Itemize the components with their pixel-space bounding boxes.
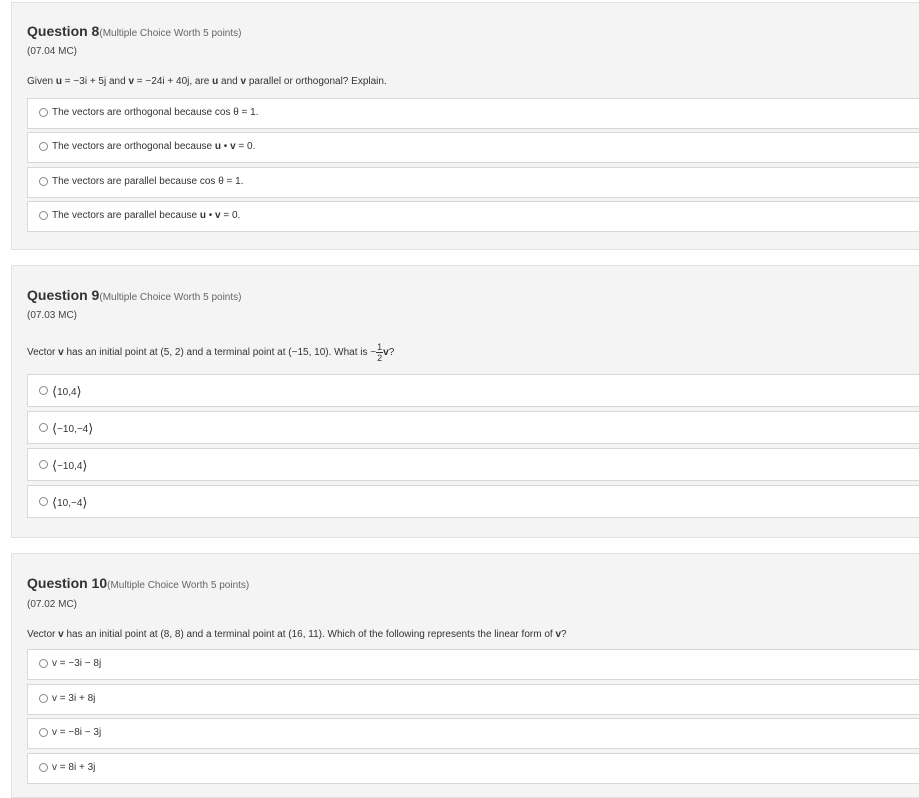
option-label: ⟨−10,4⟩ [52, 458, 88, 473]
radio-button[interactable] [39, 659, 48, 668]
option-label: ⟨10,4⟩ [52, 384, 82, 399]
answer-option[interactable]: v = 8i + 3j [27, 753, 919, 784]
answer-option[interactable]: ⟨10,−4⟩ [27, 485, 919, 518]
answer-option[interactable]: The vectors are parallel because cos θ =… [27, 167, 919, 198]
radio-button[interactable] [39, 763, 48, 772]
question-code: (07.02 MC) [27, 599, 78, 610]
radio-button[interactable] [39, 694, 48, 703]
radio-button[interactable] [39, 460, 48, 469]
question-title: Question 8 [27, 23, 100, 39]
question-8-panel: Question 8(Multiple Choice Worth 5 point… [11, 2, 919, 250]
question-header: Question 8(Multiple Choice Worth 5 point… [27, 23, 241, 39]
answer-option[interactable]: ⟨−10,−4⟩ [27, 411, 919, 444]
question-prompt: Vector v has an initial point at (5, 2) … [27, 341, 395, 363]
option-label: ⟨10,−4⟩ [52, 495, 88, 510]
radio-button[interactable] [39, 211, 48, 220]
radio-button[interactable] [39, 728, 48, 737]
radio-button[interactable] [39, 386, 48, 395]
radio-button[interactable] [39, 142, 48, 151]
question-9-panel: Question 9(Multiple Choice Worth 5 point… [11, 265, 919, 538]
question-prompt: Given u = −3i + 5j and v = −24i + 40j, a… [27, 76, 387, 87]
question-prompt: Vector v has an initial point at (8, 8) … [27, 629, 567, 640]
question-header: Question 10(Multiple Choice Worth 5 poin… [27, 575, 249, 591]
radio-button[interactable] [39, 497, 48, 506]
question-code: (07.03 MC) [27, 310, 78, 321]
answer-option[interactable]: The vectors are orthogonal because u • v… [27, 132, 919, 163]
option-label: ⟨−10,−4⟩ [52, 421, 94, 436]
option-label: v = 8i + 3j [52, 762, 96, 773]
question-title: Question 9 [27, 287, 100, 303]
question-header: Question 9(Multiple Choice Worth 5 point… [27, 287, 241, 303]
option-label: The vectors are parallel because cos θ =… [52, 176, 244, 187]
option-label: The vectors are parallel because u • v =… [52, 210, 241, 221]
question-worth: (Multiple Choice Worth 5 points) [107, 580, 250, 591]
question-worth: (Multiple Choice Worth 5 points) [99, 28, 242, 39]
option-label: The vectors are orthogonal because u • v… [52, 141, 256, 152]
answer-option[interactable]: ⟨−10,4⟩ [27, 448, 919, 481]
answer-option[interactable]: ⟨10,4⟩ [27, 374, 919, 407]
radio-button[interactable] [39, 108, 48, 117]
option-label: v = −3i − 8j [52, 658, 102, 669]
answer-option[interactable]: v = −3i − 8j [27, 649, 919, 680]
radio-button[interactable] [39, 423, 48, 432]
question-title: Question 10 [27, 575, 108, 591]
option-label: The vectors are orthogonal because cos θ… [52, 107, 259, 118]
question-code: (07.04 MC) [27, 46, 78, 57]
question-worth: (Multiple Choice Worth 5 points) [99, 292, 242, 303]
answer-option[interactable]: The vectors are orthogonal because cos θ… [27, 98, 919, 129]
radio-button[interactable] [39, 177, 48, 186]
answer-option[interactable]: v = −8i − 3j [27, 718, 919, 749]
question-10-panel: Question 10(Multiple Choice Worth 5 poin… [11, 553, 919, 798]
answer-option[interactable]: v = 3i + 8j [27, 684, 919, 715]
option-label: v = 3i + 8j [52, 693, 96, 704]
option-label: v = −8i − 3j [52, 727, 102, 738]
answer-option[interactable]: The vectors are parallel because u • v =… [27, 201, 919, 232]
